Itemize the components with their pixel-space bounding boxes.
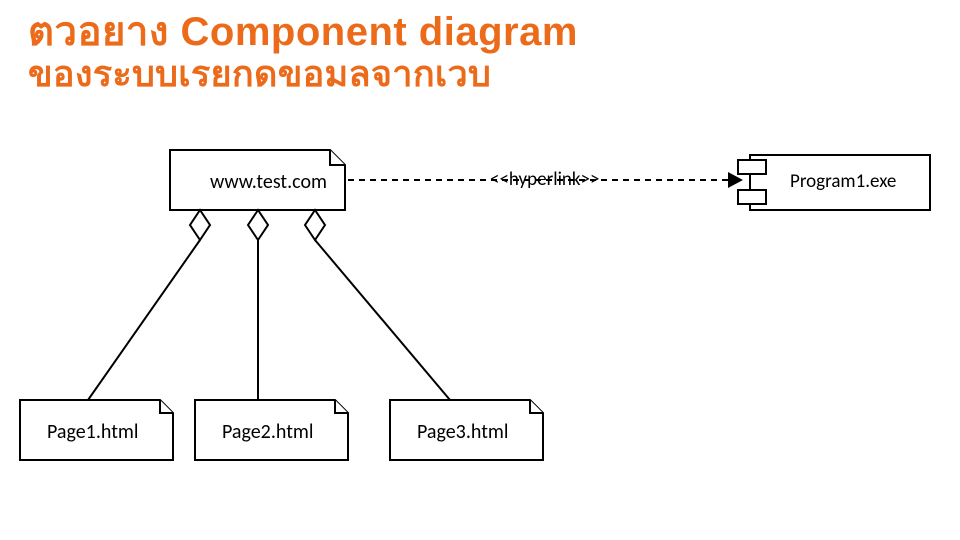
- edge-root-page3: [315, 240, 450, 400]
- artifact-page3-label: Page3.html: [417, 420, 508, 444]
- artifact-page2-label: Page2.html: [222, 420, 313, 444]
- dependency-label: <<hyperlink>>: [490, 168, 599, 191]
- component-program1-label: Program1.exe: [790, 170, 896, 193]
- diagram-canvas: component, with arrowhead -->: [0, 0, 960, 540]
- aggregation-diamond-1: [190, 210, 210, 240]
- artifact-root-label: www.test.com: [210, 170, 327, 194]
- edge-root-page1: [88, 240, 200, 400]
- aggregation-diamond-2: [248, 210, 268, 240]
- aggregation-diamond-3: [305, 210, 325, 240]
- artifact-page1-label: Page1.html: [47, 420, 138, 444]
